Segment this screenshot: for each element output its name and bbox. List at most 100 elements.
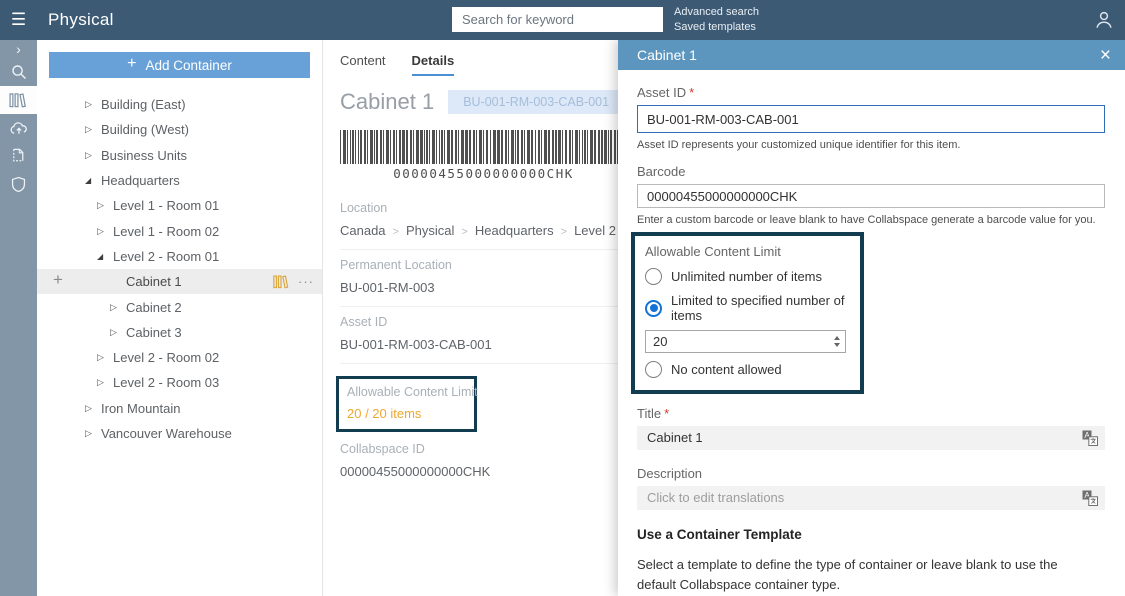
close-icon[interactable]: ×: [1100, 46, 1111, 65]
collapsed-triangle-icon[interactable]: ▷: [97, 200, 113, 211]
radio-no-content[interactable]: No content allowed: [645, 361, 850, 378]
collapsed-triangle-icon[interactable]: ▷: [85, 150, 101, 161]
advanced-search-link[interactable]: Advanced search: [674, 5, 759, 20]
collapsed-triangle-icon[interactable]: ▷: [85, 99, 101, 110]
tree-item-cabinet3[interactable]: ▷Cabinet 3: [37, 320, 322, 345]
search-links: Advanced search Saved templates: [674, 5, 759, 35]
limit-number-field[interactable]: 20: [645, 330, 846, 353]
tree-item-vancouver-warehouse[interactable]: ▷Vancouver Warehouse: [37, 421, 322, 446]
security-shield-icon[interactable]: [0, 170, 37, 198]
tree-item-label: Level 1 - Room 01: [113, 198, 219, 213]
collapsed-triangle-icon[interactable]: ▷: [97, 352, 113, 363]
description-field-label: Description: [637, 466, 1105, 481]
tree-item-building-east[interactable]: ▷Building (East): [37, 92, 322, 117]
radio-limited[interactable]: Limited to specified number of items: [645, 293, 850, 323]
breadcrumb-physical[interactable]: Physical: [386, 223, 455, 238]
tree-item-building-west[interactable]: ▷Building (West): [37, 117, 322, 142]
limit-number-value[interactable]: 20: [646, 334, 829, 349]
collapsed-triangle-icon[interactable]: ▷: [110, 327, 126, 338]
edit-container-panel: Cabinet 1 × Asset ID* Asset ID represent…: [618, 40, 1125, 596]
collapsed-triangle-icon[interactable]: ▷: [110, 302, 126, 313]
allowable-limit-label: Allowable Content Limit: [347, 385, 466, 399]
expanded-triangle-icon[interactable]: ◢: [85, 176, 101, 185]
asset-id-badge: BU-001-RM-003-CAB-001: [448, 90, 624, 114]
add-container-label: Add Container: [146, 58, 232, 73]
container-template-description: Select a template to define the type of …: [637, 555, 1077, 594]
physical-records-icon[interactable]: [0, 86, 37, 114]
description-field[interactable]: Click to edit translations A: [637, 486, 1105, 510]
tree-item-business-units[interactable]: ▷Business Units: [37, 143, 322, 168]
tree-item-iron-mountain[interactable]: ▷Iron Mountain: [37, 396, 322, 421]
content-limit-highlight-box: Allowable Content Limit Unlimited number…: [631, 232, 864, 394]
translate-icon[interactable]: A: [1082, 430, 1098, 446]
tree-item-label: Vancouver Warehouse: [101, 426, 232, 441]
barcode-help-text: Enter a custom barcode or leave blank to…: [637, 214, 1105, 226]
tree-item-cabinet2[interactable]: ▷Cabinet 2: [37, 294, 322, 319]
breadcrumb-headquarters[interactable]: Headquarters: [454, 223, 553, 238]
left-icon-rail: ›: [0, 40, 37, 596]
expand-rail-chevron-icon[interactable]: ›: [0, 40, 37, 58]
search-input[interactable]: [452, 7, 663, 32]
expanded-triangle-icon[interactable]: ◢: [97, 252, 113, 261]
number-spinner[interactable]: [829, 331, 845, 352]
radio-unlimited-icon[interactable]: [645, 268, 662, 285]
barcode-input[interactable]: [637, 184, 1105, 208]
tree-item-label: Business Units: [101, 148, 187, 163]
radio-no-content-icon[interactable]: [645, 361, 662, 378]
tree-item-label: Level 2 - Room 03: [113, 375, 219, 390]
allowable-limit-value: 20 / 20 items: [347, 406, 466, 421]
tree-item-level2-room02[interactable]: ▷Level 2 - Room 02: [37, 345, 322, 370]
add-container-button[interactable]: + Add Container: [49, 52, 310, 78]
tree-item-label: Level 2 - Room 02: [113, 350, 219, 365]
panel-header: Cabinet 1 ×: [618, 40, 1125, 70]
hamburger-menu-icon[interactable]: ☰: [0, 10, 37, 30]
keyword-search: [452, 7, 663, 32]
row-add-icon[interactable]: +: [53, 270, 63, 290]
tree-item-label: Cabinet 3: [126, 325, 182, 340]
collapsed-triangle-icon[interactable]: ▷: [97, 377, 113, 388]
asset-id-section: Asset ID BU-001-RM-003-CAB-001: [340, 307, 632, 364]
tab-details[interactable]: Details: [412, 53, 455, 76]
tree-item-level1-room02[interactable]: ▷Level 1 - Room 02: [37, 218, 322, 243]
title-field[interactable]: Cabinet 1 A: [637, 426, 1105, 450]
tree-item-label: Cabinet 1: [126, 274, 182, 289]
saved-templates-link[interactable]: Saved templates: [674, 20, 759, 35]
radio-limited-icon[interactable]: [645, 300, 662, 317]
tree-item-label: Building (West): [101, 122, 189, 137]
cloud-upload-icon[interactable]: [0, 114, 37, 142]
radio-unlimited[interactable]: Unlimited number of items: [645, 268, 850, 285]
collapsed-triangle-icon[interactable]: ▷: [97, 226, 113, 237]
tree-item-label: Iron Mountain: [101, 401, 181, 416]
user-profile-icon[interactable]: [1093, 9, 1115, 31]
content-limit-group-label: Allowable Content Limit: [645, 244, 850, 259]
tree-item-level2-room03[interactable]: ▷Level 2 - Room 03: [37, 370, 322, 395]
collapsed-triangle-icon[interactable]: ▷: [85, 428, 101, 439]
top-bar: ☰ Physical Advanced search Saved templat…: [0, 0, 1125, 40]
container-full-books-icon: [273, 275, 290, 289]
search-icon[interactable]: [0, 58, 37, 86]
tree-item-cabinet1-selected[interactable]: + Cabinet 1 ···: [37, 269, 322, 294]
container-title: Cabinet 1: [340, 89, 434, 115]
tree-item-label: Building (East): [101, 97, 186, 112]
required-asterisk: *: [689, 85, 694, 100]
app-window: ☰ Physical Advanced search Saved templat…: [0, 0, 1125, 596]
allowable-limit-highlight-box: Allowable Content Limit 20 / 20 items: [336, 376, 477, 432]
asset-id-input[interactable]: [637, 105, 1105, 133]
tree-item-level1-room01[interactable]: ▷Level 1 - Room 01: [37, 193, 322, 218]
panel-title: Cabinet 1: [637, 47, 1100, 63]
tree-item-headquarters[interactable]: ◢Headquarters: [37, 168, 322, 193]
permanent-location-label: Permanent Location: [340, 258, 632, 272]
collapsed-triangle-icon[interactable]: ▷: [85, 124, 101, 135]
tree-item-level2-room01[interactable]: ◢Level 2 - Room 01: [37, 244, 322, 269]
documents-icon[interactable]: [0, 142, 37, 170]
row-actions-ellipsis-icon[interactable]: ···: [298, 274, 314, 289]
barcode-text: 00000455000000000CHK: [340, 166, 627, 181]
breadcrumb-canada[interactable]: Canada: [340, 223, 386, 238]
page-title: Physical: [48, 10, 114, 30]
translate-icon[interactable]: A: [1082, 490, 1098, 506]
collapsed-triangle-icon[interactable]: ▷: [85, 403, 101, 414]
spinner-down-icon[interactable]: [834, 343, 840, 347]
tab-content[interactable]: Content: [340, 53, 386, 76]
tree-item-label: Cabinet 2: [126, 300, 182, 315]
spinner-up-icon[interactable]: [834, 336, 840, 340]
